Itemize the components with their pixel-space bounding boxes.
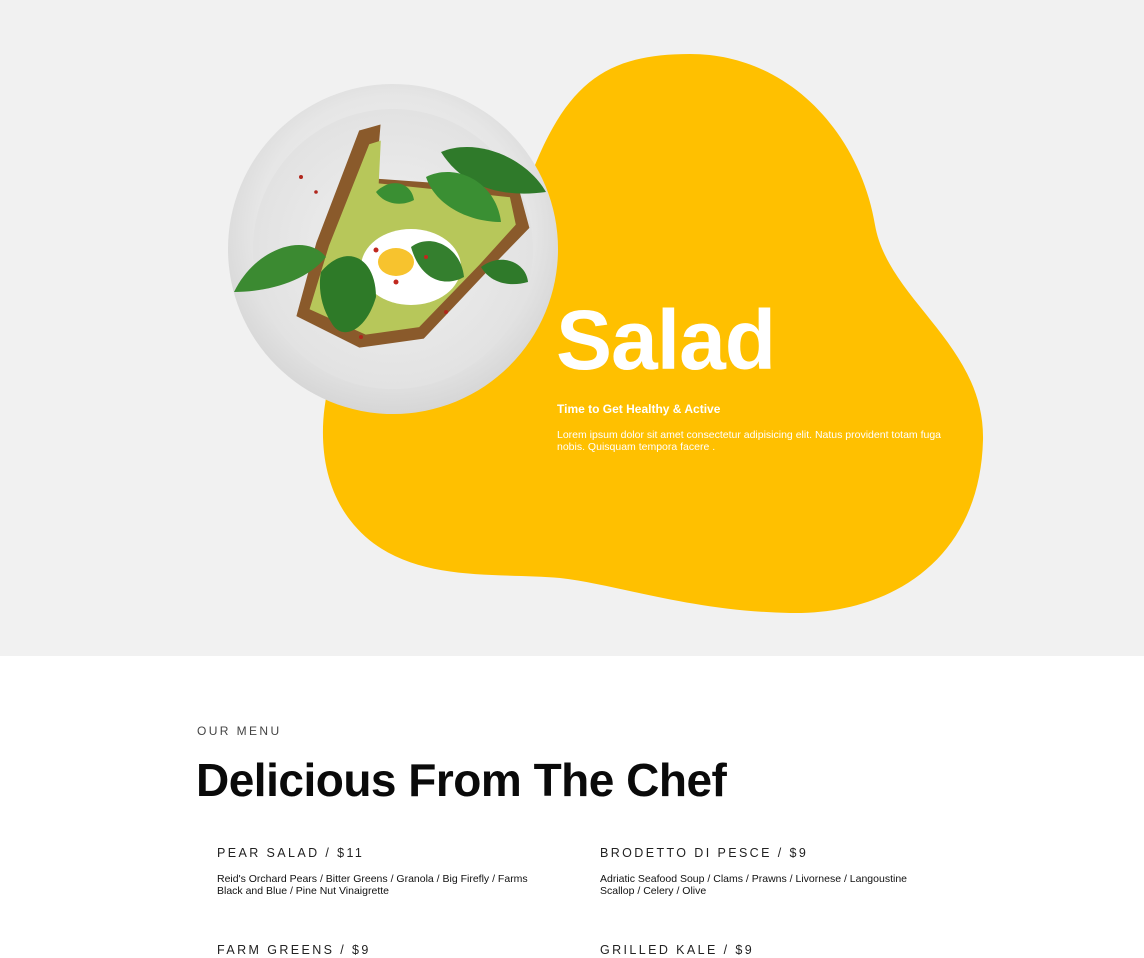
menu-item-name: PEAR SALAD / $11 (217, 846, 365, 860)
menu-title: Delicious From The Chef (196, 754, 727, 806)
menu-item: GRILLED KALE / $9 (600, 942, 930, 958)
menu-item: PEAR SALAD / $11 Reid's Orchard Pears / … (217, 845, 547, 897)
menu-item: BRODETTO DI PESCE / $9 Adriatic Seafood … (600, 845, 930, 897)
hero-body-text: Lorem ipsum dolor sit amet consectetur a… (557, 429, 942, 453)
hero-section: Salad Time to Get Healthy & Active Lorem… (0, 0, 1144, 656)
salad-plate-image (228, 84, 558, 414)
hero-subtitle: Time to Get Healthy & Active (557, 402, 721, 416)
menu-item-name: BRODETTO DI PESCE / $9 (600, 846, 809, 860)
menu-item: FARM GREENS / $9 (217, 942, 547, 958)
hero-title: Salad (556, 293, 776, 387)
menu-item-description: Reid's Orchard Pears / Bitter Greens / G… (217, 873, 528, 897)
menu-item-description: Adriatic Seafood Soup / Clams / Prawns /… (600, 873, 908, 897)
menu-item-name: GRILLED KALE / $9 (600, 943, 755, 957)
menu-eyebrow: OUR MENU (197, 724, 282, 738)
menu-item-name: FARM GREENS / $9 (217, 943, 371, 957)
menu-section: OUR MENU Delicious From The Chef PEAR SA… (0, 656, 1144, 957)
